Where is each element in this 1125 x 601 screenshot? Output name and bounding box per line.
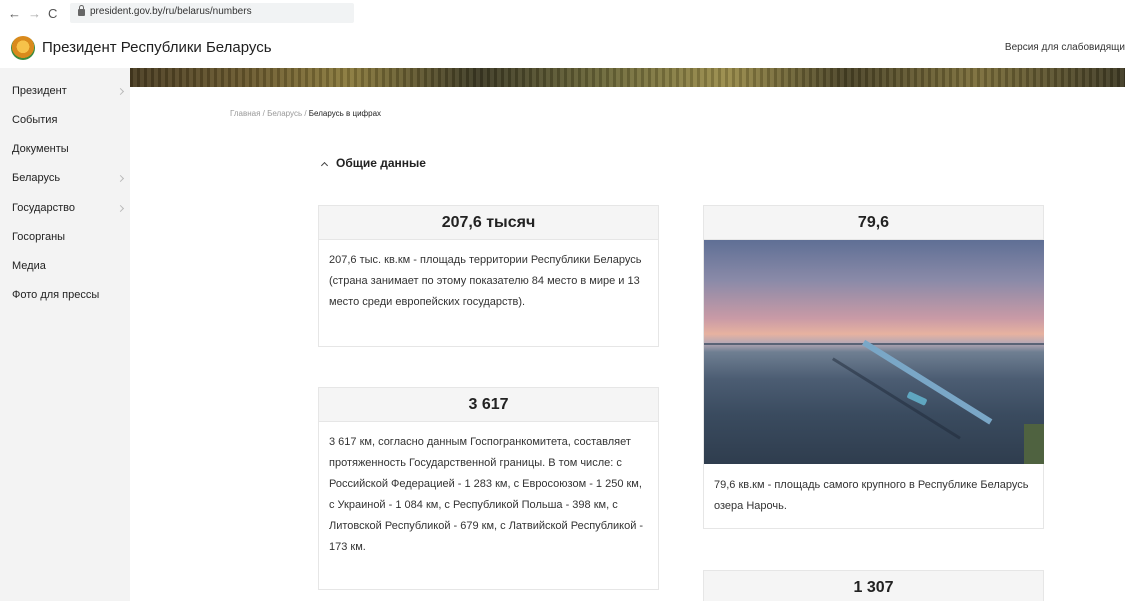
card-title: 1 307 bbox=[704, 571, 1043, 601]
breadcrumb: Главная / Беларусь / Беларусь в цифрах bbox=[230, 109, 381, 118]
breadcrumb-current: Беларусь в цифрах bbox=[308, 109, 382, 118]
breadcrumb-belarus[interactable]: Беларусь bbox=[267, 109, 302, 118]
lake-naroch-photo bbox=[704, 240, 1044, 464]
card-text: 79,6 кв.км - площадь самого крупного в Р… bbox=[714, 479, 1029, 512]
chevron-right-icon bbox=[116, 87, 125, 96]
stat-card-border: 3 617 3 617 км, согласно данным Госпогра… bbox=[318, 387, 659, 590]
url-text: president.gov.by/ru/belarus/numbers bbox=[90, 6, 252, 17]
card-title: 3 617 bbox=[319, 388, 658, 422]
lock-icon bbox=[78, 5, 85, 16]
sidebar-item-media[interactable]: Медиа bbox=[12, 260, 46, 272]
sidebar-item-documents[interactable]: Документы bbox=[12, 143, 69, 155]
card-text: 3 617 км, согласно данным Госпогранкомит… bbox=[329, 436, 644, 553]
low-vision-link[interactable]: Версия для слабовидящи bbox=[1005, 42, 1125, 53]
card-text: 207,6 тыс. кв.км - площадь территории Ре… bbox=[329, 254, 642, 308]
site-header: Президент Республики Беларусь Версия для… bbox=[0, 28, 1125, 68]
emblem-icon[interactable] bbox=[11, 36, 35, 60]
forward-arrow-icon[interactable]: → bbox=[28, 6, 41, 22]
shoreline bbox=[1024, 424, 1044, 464]
stat-card-lake: 79,6 79,6 кв.км - площадь самого крупног… bbox=[703, 205, 1044, 529]
pier-reflection bbox=[832, 357, 961, 440]
sidebar-item-agencies[interactable]: Госорганы bbox=[12, 231, 65, 243]
pier bbox=[862, 339, 993, 425]
site-title[interactable]: Президент Республики Беларусь bbox=[42, 39, 272, 56]
address-bar[interactable]: president.gov.by/ru/belarus/numbers bbox=[70, 3, 354, 23]
sidebar: Президент События Документы Беларусь Гос… bbox=[0, 68, 130, 601]
sidebar-item-state[interactable]: Государство bbox=[12, 202, 75, 214]
header-banner-image bbox=[130, 68, 1125, 87]
section-title[interactable]: Общие данные bbox=[336, 156, 426, 170]
card-title: 207,6 тысяч bbox=[319, 206, 658, 240]
stat-card-area: 207,6 тысяч 207,6 тыс. кв.км - площадь т… bbox=[318, 205, 659, 347]
sidebar-item-events[interactable]: События bbox=[12, 114, 57, 126]
chevron-right-icon bbox=[116, 174, 125, 183]
sidebar-item-press-photos[interactable]: Фото для прессы bbox=[12, 289, 99, 301]
stat-card-next: 1 307 bbox=[703, 570, 1044, 601]
sidebar-item-belarus[interactable]: Беларусь bbox=[12, 172, 60, 184]
browser-toolbar: ← → C president.gov.by/ru/belarus/number… bbox=[0, 0, 1125, 28]
boat bbox=[906, 391, 928, 406]
breadcrumb-home[interactable]: Главная bbox=[230, 109, 260, 118]
card-title: 79,6 bbox=[704, 206, 1043, 240]
reload-icon[interactable]: C bbox=[48, 6, 57, 22]
breadcrumb-separator: / bbox=[302, 109, 309, 118]
chevron-right-icon bbox=[116, 204, 125, 213]
chevron-up-icon[interactable] bbox=[320, 161, 329, 170]
back-arrow-icon[interactable]: ← bbox=[8, 6, 21, 22]
sidebar-item-president[interactable]: Президент bbox=[12, 85, 67, 97]
